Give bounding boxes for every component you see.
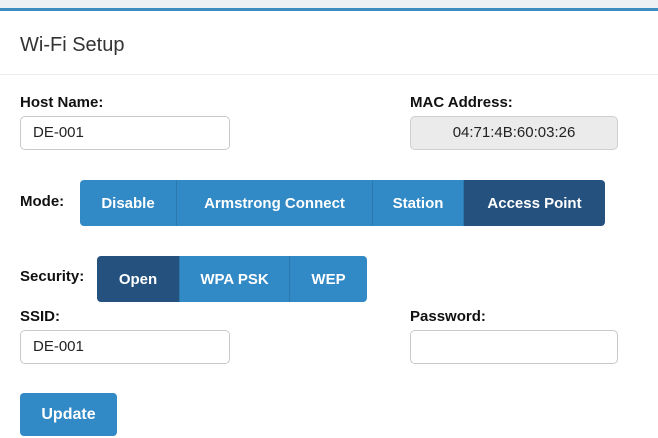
mode-access-point-button[interactable]: Access Point: [464, 180, 605, 226]
top-strip: [0, 0, 658, 8]
security-open-button[interactable]: Open: [97, 256, 180, 302]
mac-address-label: MAC Address:: [410, 94, 513, 111]
mode-label: Mode:: [20, 193, 65, 210]
mode-selector: Disable Armstrong Connect Station Access…: [80, 180, 605, 226]
ssid-label: SSID:: [20, 308, 61, 325]
mode-armstrong-connect-button[interactable]: Armstrong Connect: [177, 180, 373, 226]
title-divider: [0, 74, 658, 75]
panel-top-rule: [0, 8, 658, 11]
update-button[interactable]: Update: [20, 393, 117, 436]
mode-station-button[interactable]: Station: [373, 180, 464, 226]
security-wep-button[interactable]: WEP: [290, 256, 367, 302]
security-selector: Open WPA PSK WEP: [97, 256, 367, 302]
security-label: Security:: [20, 268, 85, 285]
host-name-input[interactable]: DE-001: [20, 116, 230, 150]
mode-disable-button[interactable]: Disable: [80, 180, 177, 226]
mac-address-field: 04:71:4B:60:03:26: [410, 116, 618, 150]
password-input[interactable]: [410, 330, 618, 364]
security-wpa-psk-button[interactable]: WPA PSK: [180, 256, 290, 302]
password-label: Password:: [410, 308, 486, 325]
panel-title: Wi-Fi Setup: [20, 34, 125, 56]
ssid-input[interactable]: DE-001: [20, 330, 230, 364]
host-name-label: Host Name:: [20, 94, 104, 111]
